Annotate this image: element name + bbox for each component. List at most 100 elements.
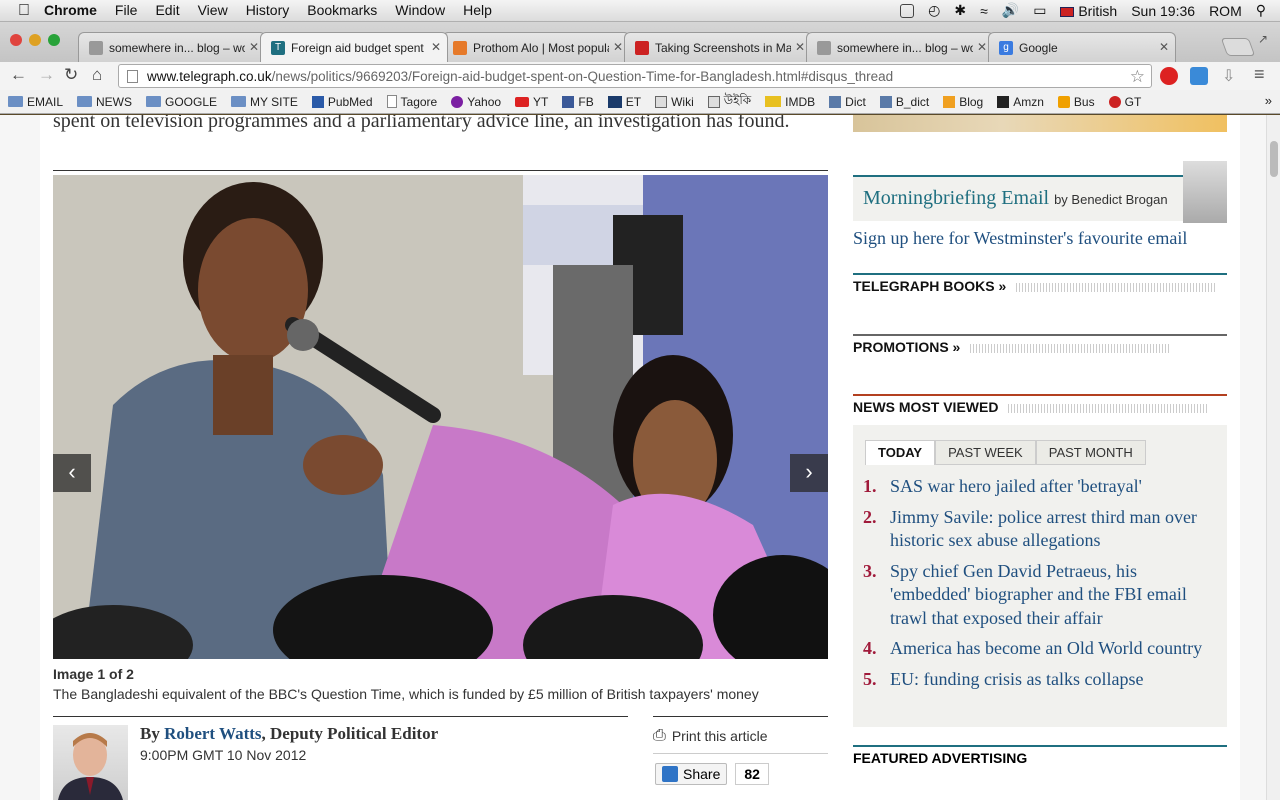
browser-tab[interactable]: somewhere in... blog – wo ✕ <box>806 32 994 62</box>
close-tab-icon[interactable]: ✕ <box>795 40 805 54</box>
bookmark-b-dict[interactable]: B_dict <box>879 95 929 109</box>
menu-view[interactable]: View <box>198 2 228 20</box>
browser-tab[interactable]: T Foreign aid budget spent ✕ <box>260 32 448 62</box>
bookmark--[interactable]: উইকি <box>707 92 751 112</box>
spotlight-icon[interactable]: ⚲ <box>1256 2 1266 19</box>
reload-button[interactable]: ↻ <box>64 65 78 85</box>
tab-favicon-icon: T <box>271 40 285 55</box>
adblock-icon[interactable] <box>1160 67 1178 85</box>
most-viewed-link[interactable]: Jimmy Savile: police arrest third man ov… <box>890 506 1213 553</box>
bookmarks-overflow-icon[interactable]: » <box>1265 93 1272 108</box>
share-button[interactable]: Share <box>655 763 728 785</box>
promotions-header[interactable]: PROMOTIONS » <box>853 334 1227 355</box>
time-machine-icon[interactable]: ◴ <box>928 2 940 19</box>
bookmark-star-icon[interactable]: ☆ <box>1130 67 1145 87</box>
author-link[interactable]: Robert Watts <box>164 724 261 743</box>
apple-menu-icon[interactable]:  <box>18 2 30 20</box>
forward-button[interactable]: → <box>38 65 55 85</box>
close-tab-icon[interactable]: ✕ <box>249 40 259 54</box>
menu-file[interactable]: File <box>115 2 138 20</box>
menu-chrome[interactable]: Chrome <box>44 2 97 20</box>
bookmark-yahoo[interactable]: Yahoo <box>451 95 501 109</box>
menu-edit[interactable]: Edit <box>155 2 179 20</box>
home-button[interactable]: ⌂ <box>92 65 102 85</box>
clock[interactable]: Sun 19:36 <box>1131 3 1195 19</box>
menu-window[interactable]: Window <box>395 2 445 20</box>
menu-history[interactable]: History <box>246 2 290 20</box>
most-viewed-item[interactable]: 1. SAS war hero jailed after 'betrayal' <box>863 475 1213 499</box>
mac-menubar:  Chrome File Edit View History Bookmark… <box>0 0 1280 22</box>
bookmark-blog[interactable]: Blog <box>943 95 983 109</box>
tab-title: Taking Screenshots in Ma <box>655 40 791 55</box>
most-viewed-item[interactable]: 5. EU: funding crisis as talks collapse <box>863 668 1213 692</box>
most-viewed-item[interactable]: 2. Jimmy Savile: police arrest third man … <box>863 506 1213 553</box>
bookmark-wiki[interactable]: Wiki <box>655 95 694 109</box>
prev-image-button[interactable]: ‹ <box>53 454 91 492</box>
tab-title: somewhere in... blog – wo <box>109 40 245 55</box>
bookmark-my-site[interactable]: MY SITE <box>231 95 298 109</box>
bookmark-email[interactable]: EMAIL <box>8 95 63 109</box>
volume-icon[interactable]: 🔊 <box>1002 2 1019 19</box>
tab-past-month[interactable]: PAST MONTH <box>1035 440 1146 465</box>
byline-prefix: By <box>140 724 160 743</box>
bookmark-news[interactable]: NEWS <box>77 95 132 109</box>
close-window-button[interactable] <box>10 34 22 46</box>
morning-briefing-banner[interactable]: Morningbriefing Email by Benedict Brogan <box>853 161 1227 223</box>
bookmark-et[interactable]: ET <box>607 95 641 109</box>
extension-icon[interactable] <box>1190 67 1208 85</box>
download-extension-icon[interactable]: ⇩ <box>1222 66 1235 86</box>
bookmark-imdb[interactable]: IMDB <box>765 95 815 109</box>
bookmark-gt[interactable]: GT <box>1108 94 1142 109</box>
browser-tab[interactable]: g Google ✕ <box>988 32 1176 62</box>
input-source[interactable]: British <box>1060 3 1117 19</box>
user-menu[interactable]: ROM <box>1209 3 1242 19</box>
fullscreen-icon[interactable]: ↗ <box>1258 32 1268 46</box>
signup-link[interactable]: Sign up here for Westminster's favourite… <box>853 228 1187 249</box>
tab-past-week[interactable]: PAST WEEK <box>935 440 1036 465</box>
most-viewed-link[interactable]: Spy chief Gen David Petraeus, his 'embed… <box>890 560 1213 631</box>
menu-bookmarks[interactable]: Bookmarks <box>307 2 377 20</box>
close-tab-icon[interactable]: ✕ <box>1159 40 1169 54</box>
page-scrollbar[interactable] <box>1266 115 1280 800</box>
article-photo[interactable]: ‹ › <box>53 175 828 659</box>
bookmark-tagore[interactable]: Tagore <box>386 95 437 109</box>
telegraph-books-header[interactable]: TELEGRAPH BOOKS » <box>853 273 1227 294</box>
evernote-icon[interactable] <box>900 3 915 18</box>
bookmark-amzn[interactable]: Amzn <box>997 95 1044 109</box>
browser-tab[interactable]: Taking Screenshots in Ma ✕ <box>624 32 812 62</box>
chrome-menu-icon[interactable]: ≡ <box>1254 64 1265 85</box>
bluetooth-icon[interactable]: ✱ <box>954 2 966 19</box>
close-tab-icon[interactable]: ✕ <box>977 40 987 54</box>
address-bar[interactable]: www.telegraph.co.uk/news/politics/966920… <box>118 64 1152 88</box>
print-article-link[interactable]: ⎙ Print this article <box>653 727 768 745</box>
scrollbar-thumb[interactable] <box>1270 141 1278 177</box>
bookmark-fb[interactable]: FB <box>562 95 594 109</box>
minimize-window-button[interactable] <box>29 34 41 46</box>
most-viewed-item[interactable]: 3. Spy chief Gen David Petraeus, his 'emb… <box>863 560 1213 631</box>
bookmark-yt[interactable]: YT <box>515 95 548 109</box>
new-tab-button[interactable] <box>1220 38 1256 56</box>
wifi-icon[interactable]: ≈ <box>980 3 988 19</box>
zoom-window-button[interactable] <box>48 34 60 46</box>
bookmark-label: GT <box>1124 94 1142 109</box>
bookmark-bus[interactable]: Bus <box>1057 95 1095 109</box>
most-viewed-item[interactable]: 4. America has become an Old World countr… <box>863 637 1213 661</box>
bookmark-dict[interactable]: Dict <box>829 95 866 109</box>
author-avatar[interactable] <box>53 725 128 800</box>
close-tab-icon[interactable]: ✕ <box>613 40 623 54</box>
menu-help[interactable]: Help <box>463 2 492 20</box>
next-image-button[interactable]: › <box>790 454 828 492</box>
promo-banner[interactable] <box>853 115 1227 132</box>
bookmark-google[interactable]: GOOGLE <box>146 95 217 109</box>
close-tab-icon[interactable]: ✕ <box>431 40 441 54</box>
bookmark-pubmed[interactable]: PubMed <box>311 95 373 109</box>
browser-tab[interactable]: Prothom Alo | Most popula ✕ <box>442 32 630 62</box>
most-viewed-link[interactable]: America has become an Old World country <box>890 637 1202 661</box>
gt-icon <box>1108 95 1121 108</box>
battery-icon[interactable]: ▭ <box>1033 2 1046 19</box>
most-viewed-link[interactable]: SAS war hero jailed after 'betrayal' <box>890 475 1142 499</box>
browser-tab[interactable]: somewhere in... blog – wo ✕ <box>78 32 266 62</box>
tab-today[interactable]: TODAY <box>865 440 936 465</box>
most-viewed-link[interactable]: EU: funding crisis as talks collapse <box>890 668 1143 692</box>
back-button[interactable]: ← <box>10 65 27 85</box>
